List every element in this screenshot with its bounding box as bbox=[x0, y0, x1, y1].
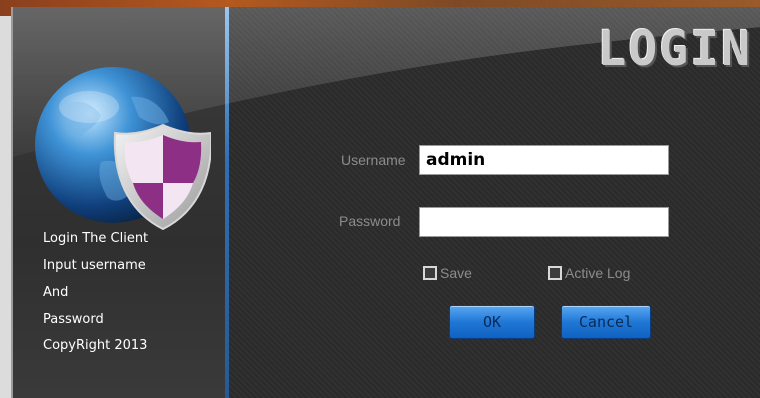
globe-shield-logo bbox=[31, 67, 213, 237]
active-log-checkbox[interactable] bbox=[548, 266, 562, 280]
login-window: LOGIN Login The Client Input username An… bbox=[11, 7, 760, 398]
info-line-login-client: Login The Client bbox=[43, 231, 149, 246]
active-log-checkbox-group[interactable]: Active Log bbox=[548, 265, 630, 281]
info-line-password: Password bbox=[43, 312, 104, 327]
username-label: Username bbox=[341, 152, 406, 168]
username-input[interactable] bbox=[419, 145, 669, 175]
save-checkbox[interactable] bbox=[423, 266, 437, 280]
password-input[interactable] bbox=[419, 207, 669, 237]
login-title: LOGIN bbox=[597, 21, 752, 77]
info-line-input-username: Input username bbox=[43, 258, 146, 273]
password-label: Password bbox=[339, 213, 401, 229]
info-line-and: And bbox=[43, 285, 69, 300]
save-checkbox-group[interactable]: Save bbox=[423, 265, 472, 281]
ok-button[interactable]: OK bbox=[449, 305, 535, 339]
active-log-label: Active Log bbox=[565, 265, 631, 281]
save-label: Save bbox=[440, 265, 472, 281]
panel-divider bbox=[225, 7, 229, 398]
info-line-copyright: CopyRight 2013 bbox=[43, 338, 148, 353]
cancel-button[interactable]: Cancel bbox=[561, 305, 651, 339]
